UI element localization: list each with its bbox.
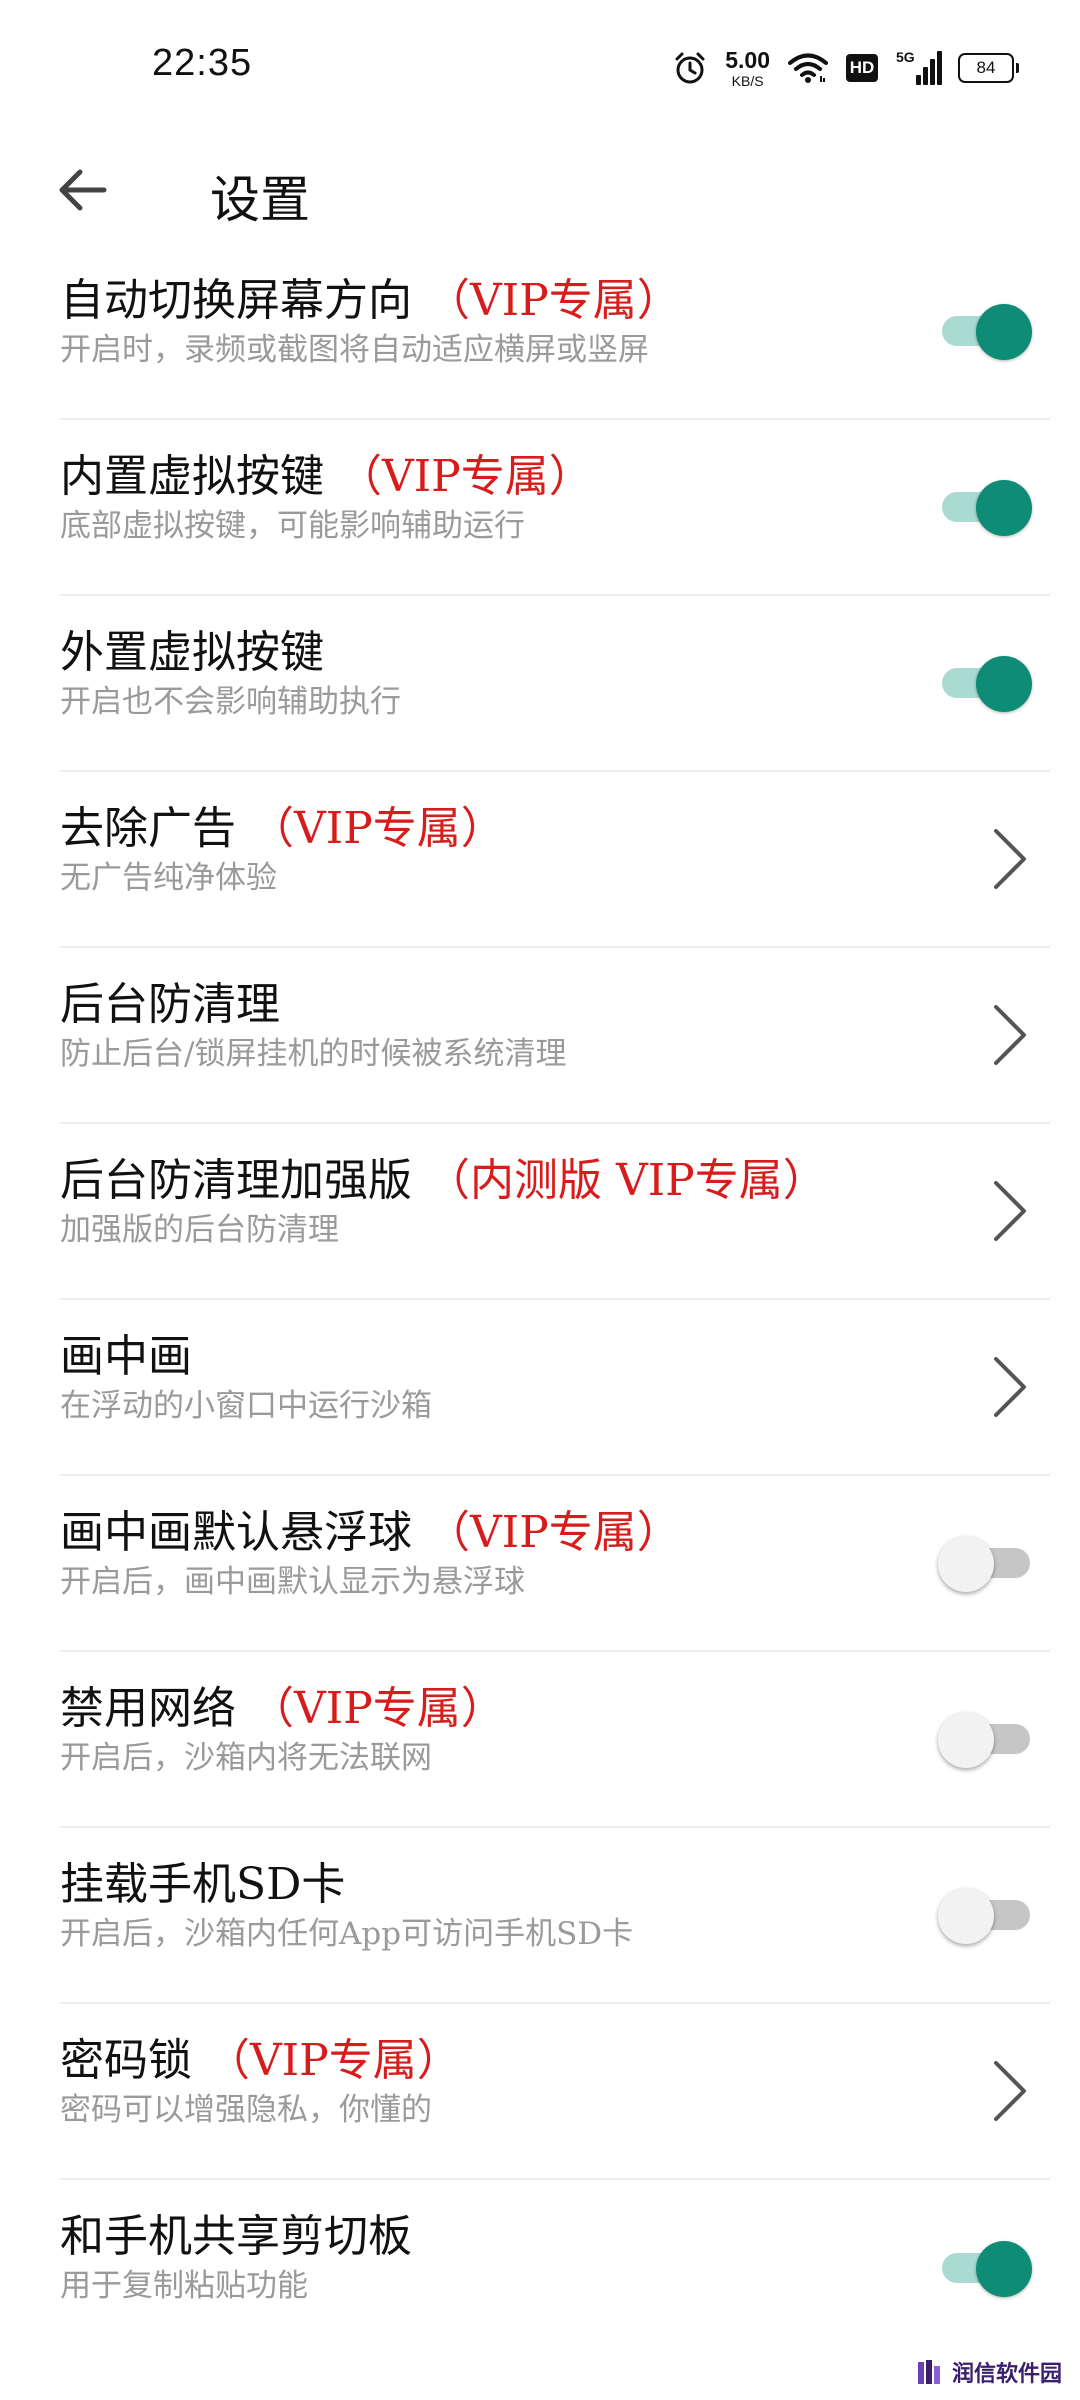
setting-title: 自动切换屏幕方向 （VIP专属） xyxy=(60,264,681,328)
signal-icon: 5G xyxy=(896,49,942,85)
vip-tag: （VIP专属） xyxy=(206,2035,461,2086)
battery-icon: 84 xyxy=(958,53,1019,83)
battery-level: 84 xyxy=(976,58,996,77)
setting-title-text: 画中画默认悬浮球 xyxy=(60,1507,412,1558)
chevron-right-icon[interactable] xyxy=(990,1003,1030,1067)
chevron-right-icon[interactable] xyxy=(990,1179,1030,1243)
setting-subtitle: 用于复制粘贴功能 xyxy=(60,2268,308,2304)
setting-title: 后台防清理 xyxy=(60,968,280,1032)
toggle-knob xyxy=(938,1888,994,1944)
setting-title: 外置虚拟按键 xyxy=(60,616,324,680)
setting-title-text: 禁用网络 xyxy=(60,1683,236,1734)
settings-list: 自动切换屏幕方向 （VIP专属） 开启时，录频或截图将自动适应横屏或竖屏内置虚拟按键… xyxy=(0,244,1080,2356)
setting-title-text: 自动切换屏幕方向 xyxy=(60,275,412,326)
setting-subtitle: 密码可以增强隐私，你懂的 xyxy=(60,2092,432,2128)
setting-row[interactable]: 后台防清理防止后台/锁屏挂机的时候被系统清理 xyxy=(60,948,1050,1124)
toggle-switch[interactable] xyxy=(938,1712,1030,1768)
toggle-knob xyxy=(976,656,1032,712)
chevron-right-icon[interactable] xyxy=(990,2059,1030,2123)
setting-row[interactable]: 外置虚拟按键开启也不会影响辅助执行 xyxy=(60,596,1050,772)
setting-title-text: 挂载手机SD卡 xyxy=(60,1859,346,1910)
status-time: 22:35 xyxy=(152,42,253,84)
setting-title-text: 后台防清理加强版 xyxy=(60,1155,412,1206)
vip-tag: （VIP专属） xyxy=(250,1683,505,1734)
setting-title: 内置虚拟按键 （VIP专属） xyxy=(60,440,593,504)
setting-title: 禁用网络 （VIP专属） xyxy=(60,1672,505,1736)
toggle-switch[interactable] xyxy=(942,656,1032,712)
setting-row[interactable]: 密码锁 （VIP专属） 密码可以增强隐私，你懂的 xyxy=(60,2004,1050,2180)
setting-row[interactable]: 自动切换屏幕方向 （VIP专属） 开启时，录频或截图将自动适应横屏或竖屏 xyxy=(60,244,1050,420)
setting-title-text: 外置虚拟按键 xyxy=(60,627,324,678)
setting-subtitle: 开启后，沙箱内任何App可访问手机SD卡 xyxy=(60,1916,634,1952)
setting-subtitle: 开启后，画中画默认显示为悬浮球 xyxy=(60,1564,525,1600)
net-speed-unit: KB/S xyxy=(731,72,764,89)
setting-row[interactable]: 画中画默认悬浮球 （VIP专属） 开启后，画中画默认显示为悬浮球 xyxy=(60,1476,1050,1652)
setting-title: 挂载手机SD卡 xyxy=(60,1848,345,1912)
toggle-knob xyxy=(976,2241,1032,2297)
chevron-right-icon[interactable] xyxy=(990,1355,1030,1419)
hd-icon: HD xyxy=(846,54,878,82)
page-title: 设置 xyxy=(210,171,310,229)
toggle-knob xyxy=(938,1712,994,1768)
setting-row[interactable]: 禁用网络 （VIP专属） 开启后，沙箱内将无法联网 xyxy=(60,1652,1050,1828)
setting-subtitle: 防止后台/锁屏挂机的时候被系统清理 xyxy=(60,1036,567,1072)
setting-title: 后台防清理加强版 （内测版 VIP专属） xyxy=(60,1144,827,1208)
setting-title-text: 和手机共享剪切板 xyxy=(60,2211,412,2262)
setting-title-text: 画中画 xyxy=(60,1331,192,1382)
toggle-knob xyxy=(976,480,1032,536)
setting-subtitle: 开启时，录频或截图将自动适应横屏或竖屏 xyxy=(60,332,649,368)
toggle-switch[interactable] xyxy=(942,480,1032,536)
back-button[interactable] xyxy=(52,160,112,220)
setting-title: 去除广告 （VIP专属） xyxy=(60,792,505,856)
toggle-knob xyxy=(938,1536,994,1592)
setting-subtitle: 无广告纯净体验 xyxy=(60,860,277,896)
net-speed-value: 5.00 xyxy=(725,46,770,73)
vip-tag: （VIP专属） xyxy=(338,451,593,502)
chevron-right-icon[interactable] xyxy=(990,827,1030,891)
setting-title: 画中画默认悬浮球 （VIP专属） xyxy=(60,1496,681,1560)
arrow-left-icon xyxy=(59,169,107,211)
setting-title-text: 后台防清理 xyxy=(60,979,280,1030)
setting-title: 画中画 xyxy=(60,1320,192,1384)
setting-row[interactable]: 后台防清理加强版 （内测版 VIP专属） 加强版的后台防清理 xyxy=(60,1124,1050,1300)
setting-subtitle: 开启也不会影响辅助执行 xyxy=(60,684,401,720)
setting-subtitle: 底部虚拟按键，可能影响辅助运行 xyxy=(60,508,525,544)
toggle-switch[interactable] xyxy=(942,2241,1032,2297)
watermark-text: 润信软件园 xyxy=(951,2362,1062,2387)
toggle-switch[interactable] xyxy=(938,1888,1030,1944)
setting-title-text: 去除广告 xyxy=(60,803,236,854)
toggle-switch[interactable] xyxy=(938,1536,1030,1592)
wifi-icon xyxy=(788,53,828,83)
toggle-knob xyxy=(976,304,1032,360)
vip-tag: （VIP专属） xyxy=(426,275,681,326)
alarm-icon xyxy=(675,52,705,84)
watermark-logo-icon xyxy=(917,2360,940,2384)
signal-label: 5G xyxy=(896,49,915,65)
setting-subtitle: 开启后，沙箱内将无法联网 xyxy=(60,1740,432,1776)
setting-title-text: 密码锁 xyxy=(60,2035,192,2086)
vip-tag: （VIP专属） xyxy=(250,803,505,854)
setting-title-text: 内置虚拟按键 xyxy=(60,451,324,502)
setting-row[interactable]: 挂载手机SD卡开启后，沙箱内任何App可访问手机SD卡 xyxy=(60,1828,1050,2004)
setting-row[interactable]: 画中画在浮动的小窗口中运行沙箱 xyxy=(60,1300,1050,1476)
setting-title: 和手机共享剪切板 xyxy=(60,2200,412,2264)
setting-subtitle: 加强版的后台防清理 xyxy=(60,1212,339,1248)
toggle-switch[interactable] xyxy=(942,304,1032,360)
status-bar: 22:35 5.00 KB/S HD 5G 84 xyxy=(0,0,1080,136)
setting-subtitle: 在浮动的小窗口中运行沙箱 xyxy=(60,1388,432,1424)
top-bar: 设置 xyxy=(0,140,1080,240)
setting-row[interactable]: 和手机共享剪切板用于复制粘贴功能 xyxy=(60,2180,1050,2356)
setting-row[interactable]: 去除广告 （VIP专属） 无广告纯净体验 xyxy=(60,772,1050,948)
status-icons: 5.00 KB/S HD 5G 84 xyxy=(673,44,1019,92)
net-speed: 5.00 KB/S xyxy=(725,46,770,89)
vip-tag: （内测版 VIP专属） xyxy=(426,1155,827,1206)
vip-tag: （VIP专属） xyxy=(426,1507,681,1558)
watermark: 润信软件园 xyxy=(916,2356,1062,2388)
setting-title: 密码锁 （VIP专属） xyxy=(60,2024,461,2088)
setting-row[interactable]: 内置虚拟按键 （VIP专属） 底部虚拟按键，可能影响辅助运行 xyxy=(60,420,1050,596)
